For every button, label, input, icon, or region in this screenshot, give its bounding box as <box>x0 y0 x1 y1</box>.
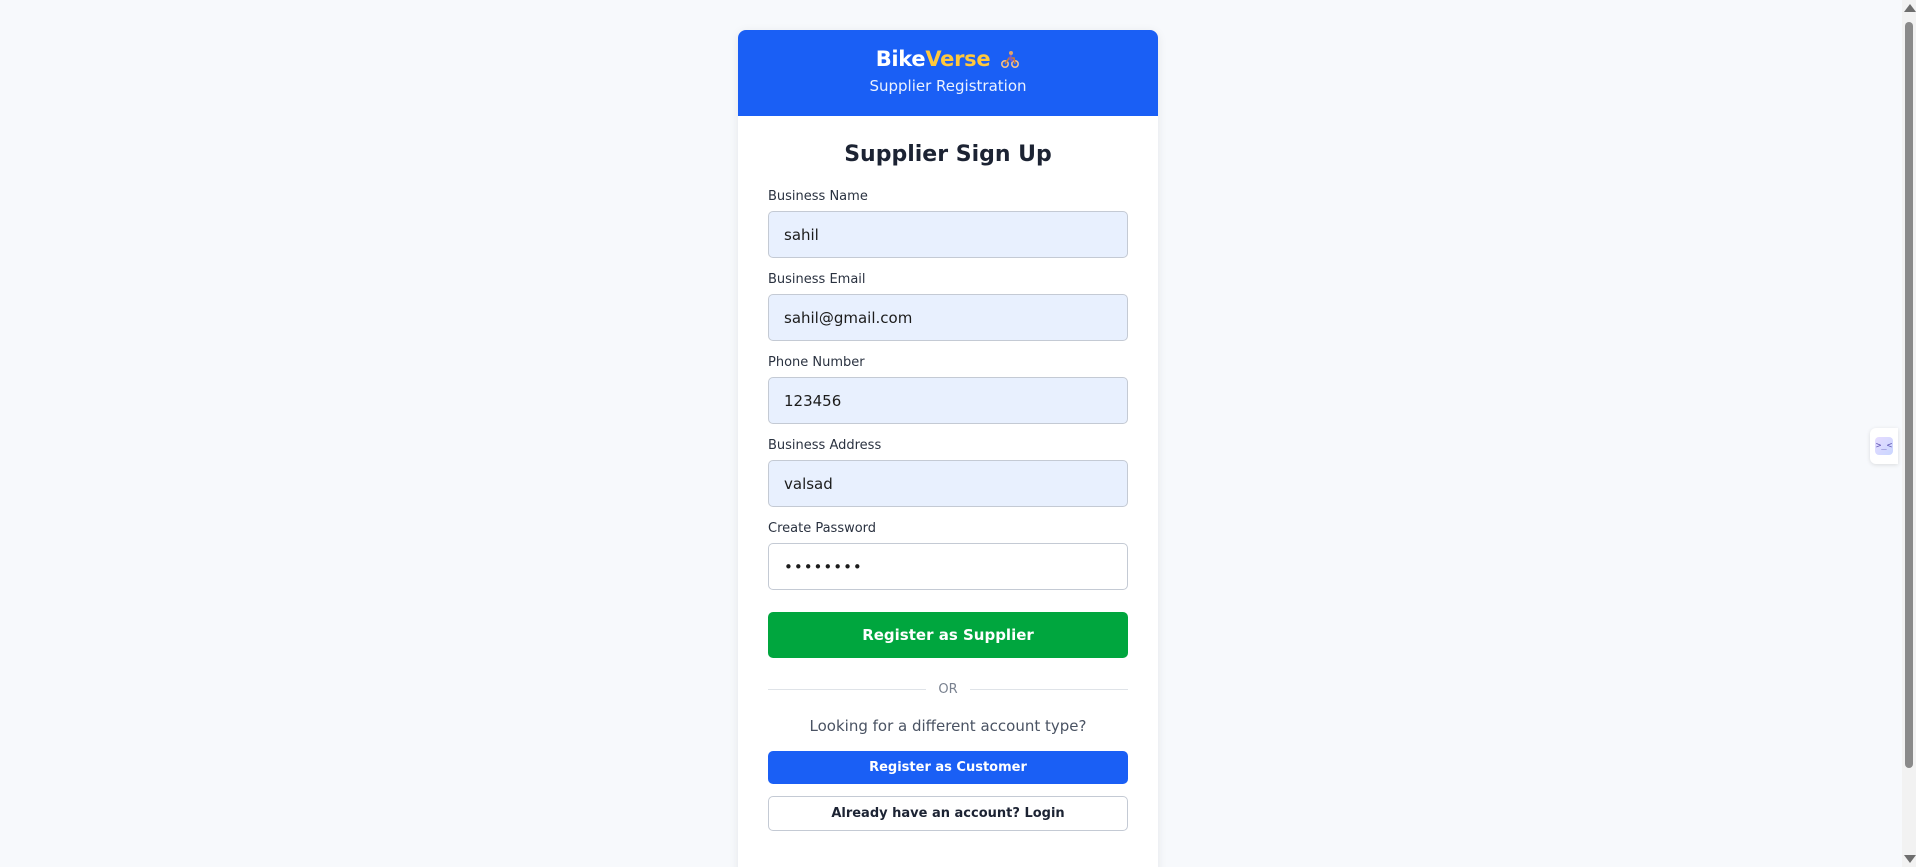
bike-rider-icon <box>1000 49 1020 69</box>
business-email-input[interactable] <box>768 294 1128 341</box>
business-email-label: Business Email <box>768 272 866 287</box>
login-button[interactable]: Already have an account? Login <box>768 796 1128 831</box>
business-address-label: Business Address <box>768 438 882 453</box>
divider-line-right <box>969 689 1129 690</box>
form-title: Supplier Sign Up <box>844 142 1052 167</box>
scroll-thumb[interactable] <box>1905 22 1913 768</box>
phone-number-label: Phone Number <box>768 355 865 370</box>
page: Bike Verse Supplier Registration Supplier… <box>0 0 1916 867</box>
scroll-down-arrow-icon[interactable] <box>1904 855 1916 863</box>
brand-logo: Bike Verse <box>738 30 1158 71</box>
card-body: Supplier Sign Up Business Name Business … <box>738 142 1158 831</box>
register-customer-button[interactable]: Register as Customer <box>768 751 1128 784</box>
side-extension-widget[interactable]: >_< <box>1870 428 1898 464</box>
header-subtitle: Supplier Registration <box>869 77 1027 95</box>
or-text: OR <box>938 682 958 697</box>
register-supplier-button[interactable]: Register as Supplier <box>768 612 1128 658</box>
scroll-up-arrow-icon[interactable] <box>1904 4 1916 12</box>
brand-name-bike: Bike <box>875 47 926 71</box>
business-email-field: Business Email <box>768 272 1128 341</box>
business-address-field: Business Address <box>768 438 1128 507</box>
or-divider: OR <box>768 682 1129 697</box>
brand-name-verse: Verse <box>925 47 991 71</box>
business-name-field: Business Name <box>768 189 1128 258</box>
registration-card: Bike Verse Supplier Registration Supplier… <box>738 30 1158 867</box>
password-field: Create Password <box>768 521 1128 590</box>
phone-number-input[interactable] <box>768 377 1128 424</box>
divider-line-left <box>768 689 927 690</box>
business-address-input[interactable] <box>768 460 1128 507</box>
card-header: Bike Verse Supplier Registration <box>738 30 1158 116</box>
alternative-account-prompt: Looking for a different account type? <box>809 717 1087 735</box>
password-label: Create Password <box>768 521 877 536</box>
extension-icon: >_< <box>1875 437 1893 455</box>
vertical-scrollbar[interactable] <box>1902 0 1916 867</box>
business-name-input[interactable] <box>768 211 1128 258</box>
business-name-label: Business Name <box>768 189 868 204</box>
phone-number-field: Phone Number <box>768 355 1128 424</box>
password-input[interactable] <box>768 543 1128 590</box>
